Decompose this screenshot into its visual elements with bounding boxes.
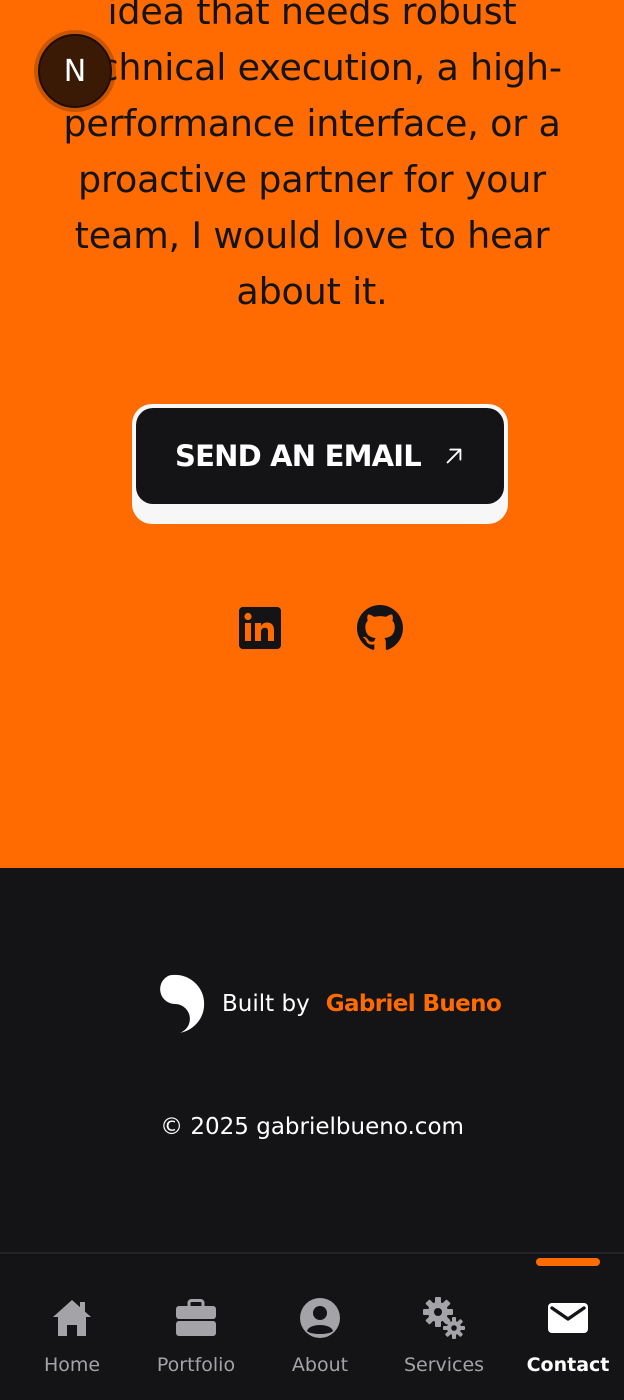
send-email-button[interactable]: SEND AN EMAIL [132, 404, 508, 524]
nav-item-services[interactable]: Services [382, 1254, 506, 1400]
bottom-navigation: Home Portfolio About Services Contact [0, 1252, 624, 1400]
copyright-text: © 2025 gabrielbueno.com [160, 1114, 464, 1140]
nav-label-about: About [291, 1354, 349, 1376]
arrow-up-right-icon [446, 448, 462, 464]
badge-letter: N [63, 53, 87, 89]
dev-tools-badge[interactable]: N [38, 34, 112, 108]
nav-item-portfolio[interactable]: Portfolio [134, 1254, 258, 1400]
yin-yang-logo-icon [144, 973, 206, 1035]
send-email-label: SEND AN EMAIL [175, 439, 422, 473]
linkedin-link[interactable] [236, 604, 284, 652]
nav-item-about[interactable]: About [258, 1254, 382, 1400]
github-icon [357, 605, 404, 650]
nav-label-home: Home [43, 1354, 101, 1376]
author-link[interactable]: Gabriel Bueno [326, 991, 502, 1017]
nav-item-contact[interactable]: Contact [506, 1254, 624, 1400]
home-icon [53, 1300, 91, 1336]
briefcase-icon [176, 1299, 216, 1336]
contact-intro-text: idea that needs robust technical executi… [62, 0, 562, 313]
user-circle-icon [300, 1298, 340, 1338]
built-by-row: Built by Gabriel Bueno [144, 972, 502, 1036]
nav-item-home[interactable]: Home [10, 1254, 134, 1400]
nav-label-contact: Contact [526, 1354, 610, 1376]
built-by-text: Built by [222, 991, 310, 1017]
gears-icon [423, 1297, 465, 1339]
github-link[interactable] [356, 604, 404, 652]
nav-label-services: Services [403, 1354, 485, 1376]
nav-label-portfolio: Portfolio [156, 1354, 236, 1376]
contact-section: idea that needs robust technical executi… [0, 0, 624, 868]
linkedin-icon [239, 607, 281, 649]
envelope-icon [548, 1303, 588, 1333]
